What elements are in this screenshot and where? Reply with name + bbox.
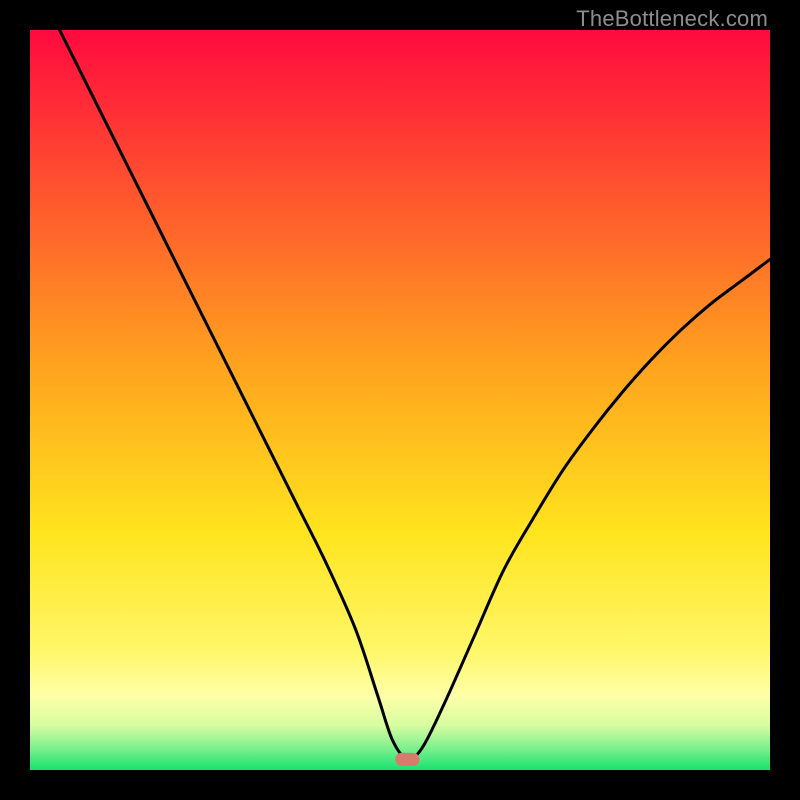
chart-frame: TheBottleneck.com — [0, 0, 800, 800]
watermark-text: TheBottleneck.com — [576, 6, 768, 32]
gradient-background — [30, 30, 770, 770]
chart-svg — [30, 30, 770, 770]
plot-area — [30, 30, 770, 770]
minimum-marker — [395, 753, 419, 766]
